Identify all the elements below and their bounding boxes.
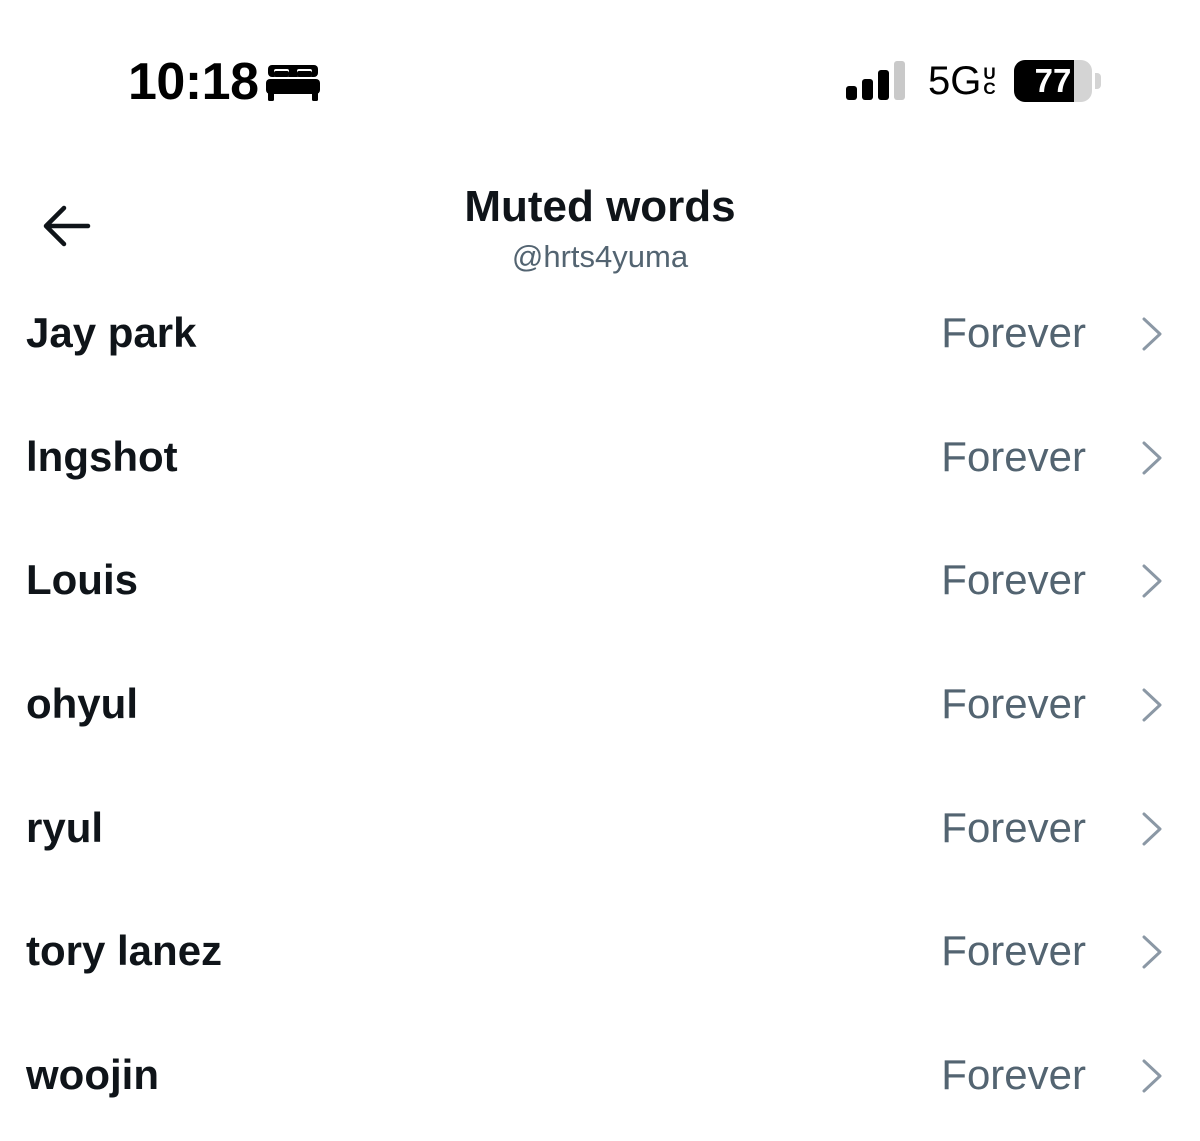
chevron-right-icon [1142,1059,1162,1093]
chevron-right-icon [1142,688,1162,722]
battery-tip [1095,73,1101,89]
muted-word-label: woojin [26,1051,159,1099]
muted-word-row[interactable]: tory lanez Forever [0,890,1200,1014]
network-uc-badge: U C [983,64,996,98]
muted-word-row[interactable]: woojin Forever [0,1014,1200,1138]
network-type: 5G [928,59,982,103]
network-indicator: 5G U C [928,58,996,104]
chevron-right-icon [1142,935,1162,969]
chevron-right-icon [1142,812,1162,846]
page-title: Muted words [464,182,736,231]
battery-icon: 77 [1014,60,1102,102]
muted-word-label: lngshot [26,432,178,480]
mute-duration: Forever [941,927,1086,975]
muted-word-row[interactable]: ohyul Forever [0,643,1200,767]
mute-duration: Forever [941,1051,1086,1099]
muted-words-list: Jay park Forever lngshot Forever Louis F… [0,272,1200,1138]
chevron-right-icon [1142,564,1162,598]
cellular-signal-icon [846,61,905,100]
muted-word-label: ryul [26,803,104,851]
muted-word-row[interactable]: Jay park Forever [0,272,1200,396]
muted-word-row[interactable]: Louis Forever [0,519,1200,643]
muted-word-label: Louis [26,556,138,604]
page-header: Muted words @hrts4yuma [0,170,1200,280]
bed-icon [266,65,320,101]
chevron-right-icon [1142,441,1162,475]
mute-duration: Forever [941,803,1086,851]
muted-word-row[interactable]: ryul Forever [0,767,1200,891]
mute-duration: Forever [941,432,1086,480]
status-time: 10:18 [128,53,259,111]
battery-body: 77 [1014,60,1092,102]
muted-word-row[interactable]: lngshot Forever [0,396,1200,520]
muted-word-label: tory lanez [26,927,223,975]
muted-word-label: ohyul [26,680,138,728]
mute-duration: Forever [941,309,1086,356]
account-handle: @hrts4yuma [511,239,689,274]
status-bar: 10:18 5G U C 77 [0,0,1200,140]
mute-duration: Forever [941,680,1086,728]
muted-word-label: Jay park [26,309,197,356]
mute-duration: Forever [941,556,1086,604]
battery-level: 77 [1034,62,1072,99]
chevron-right-icon [1142,317,1162,351]
